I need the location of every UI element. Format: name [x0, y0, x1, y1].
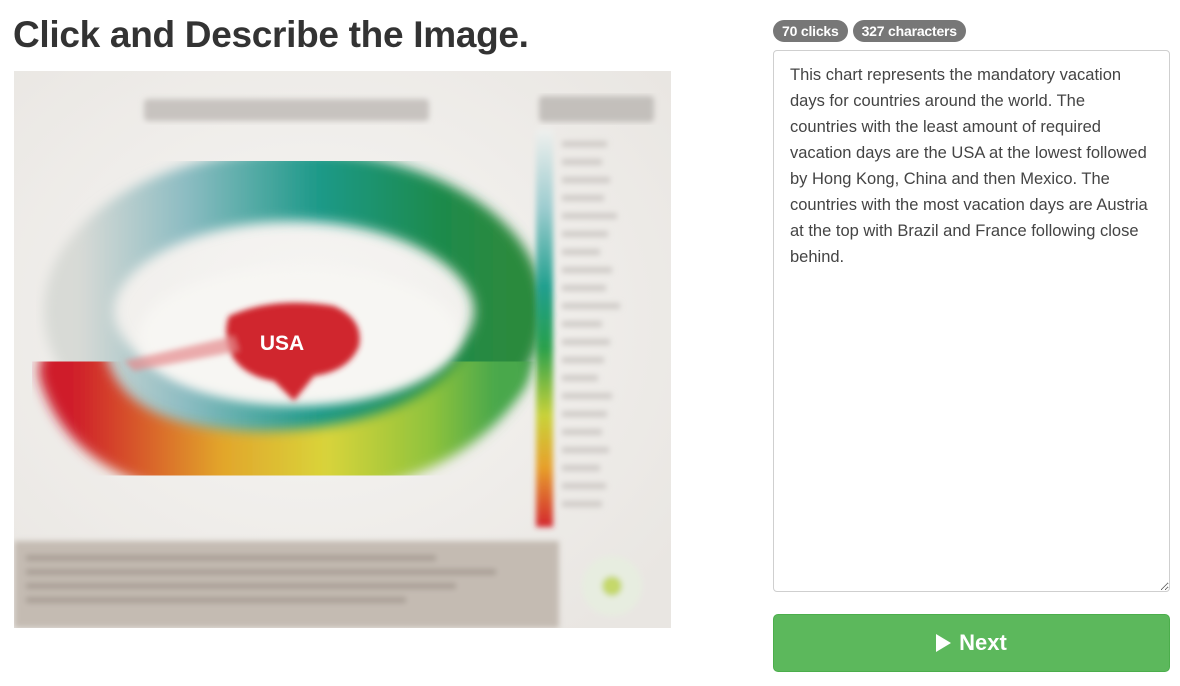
description-textarea[interactable]: This chart represents the mandatory vaca…: [773, 50, 1170, 592]
usa-label: USA: [260, 332, 304, 355]
next-button[interactable]: Next: [773, 614, 1170, 672]
stats-badges: 70 clicks 327 characters: [773, 20, 966, 42]
characters-badge: 327 characters: [852, 20, 966, 42]
page-title: Click and Describe the Image.: [13, 14, 529, 55]
next-button-label: Next: [959, 630, 1007, 655]
blurred-chart-image[interactable]: USA: [14, 71, 671, 628]
play-icon: [936, 634, 952, 652]
clicks-badge: 70 clicks: [773, 20, 848, 42]
